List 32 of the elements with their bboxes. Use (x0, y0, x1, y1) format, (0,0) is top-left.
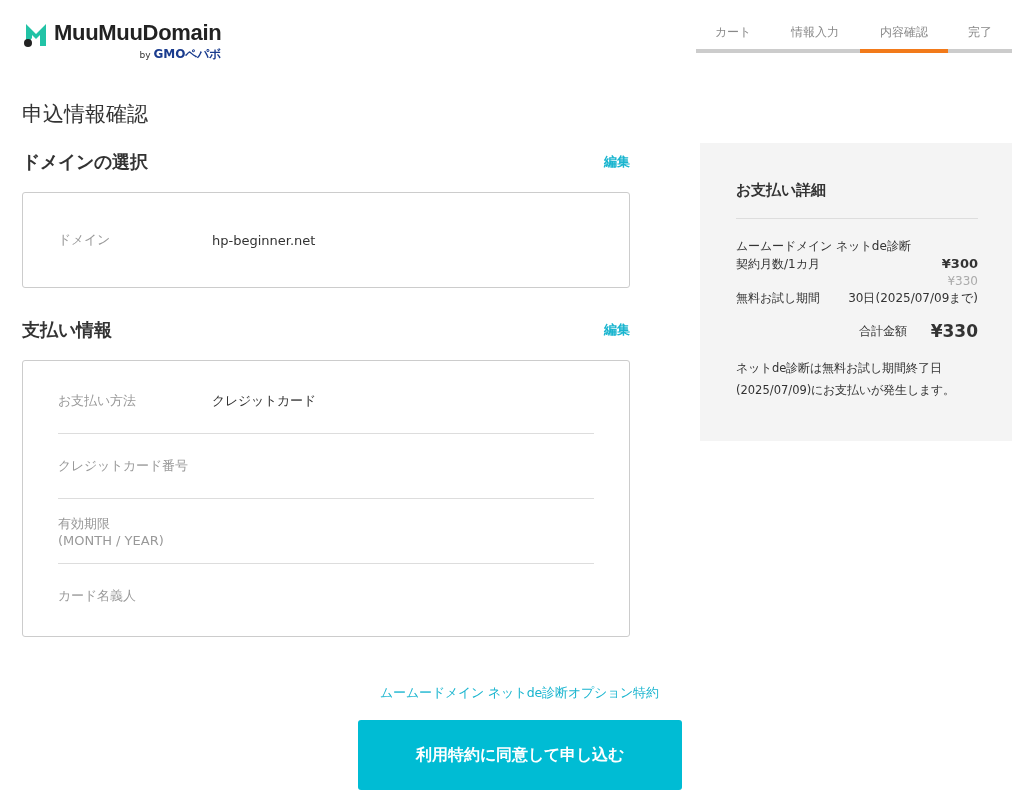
progress-step: 内容確認 (860, 22, 948, 53)
edit-link[interactable]: 編集 (604, 321, 630, 339)
field-label: ドメイン (58, 231, 111, 249)
progress-step: カート (696, 22, 770, 53)
page-title: 申込情報確認 (22, 101, 149, 128)
price-with-tax: ¥330 (947, 274, 978, 288)
summary-title: お支払い詳細 (736, 181, 978, 219)
logo-company: GMOペパボ (153, 46, 222, 63)
field-label: クレジットカード番号 (58, 457, 189, 475)
field-label: 有効期限 (58, 514, 111, 533)
logo-wordmark: MuuMuuDomain (54, 20, 222, 46)
payment-note: ネットde診断は無料お試し期間終了日(2025/07/09)にお支払いが発生します。 (736, 360, 957, 399)
field-label: お支払い方法 (58, 392, 137, 410)
field-sublabel: (MONTH / YEAR) (58, 532, 165, 548)
progress-step: 完了 (948, 22, 1012, 53)
field-value: クレジットカード (212, 392, 316, 410)
trial-value: 30日(2025/07/09まで) (848, 290, 978, 307)
logo-by: by (139, 50, 151, 60)
price: ¥300 (941, 255, 978, 273)
section-title: ドメインの選択 (22, 150, 148, 174)
total-amount: ¥330 (930, 321, 978, 341)
edit-link[interactable]: 編集 (604, 153, 630, 171)
total-label: 合計金額 (858, 322, 907, 340)
field-label: カード名義人 (58, 587, 137, 605)
trial-label: 無料お試し期間 (736, 290, 820, 307)
progress-step: 情報入力 (770, 22, 860, 53)
submit-button[interactable]: 利用特約に同意して申し込む (357, 720, 682, 790)
field-value: hp-beginner.net (212, 232, 316, 248)
product-name: ムームードメイン ネットde診断 (736, 238, 912, 255)
section-title: 支払い情報 (22, 318, 112, 342)
plan-label: 契約月数/1カ月 (736, 256, 820, 273)
terms-link[interactable]: ムームードメイン ネットde診断オプション特約 (379, 685, 660, 702)
